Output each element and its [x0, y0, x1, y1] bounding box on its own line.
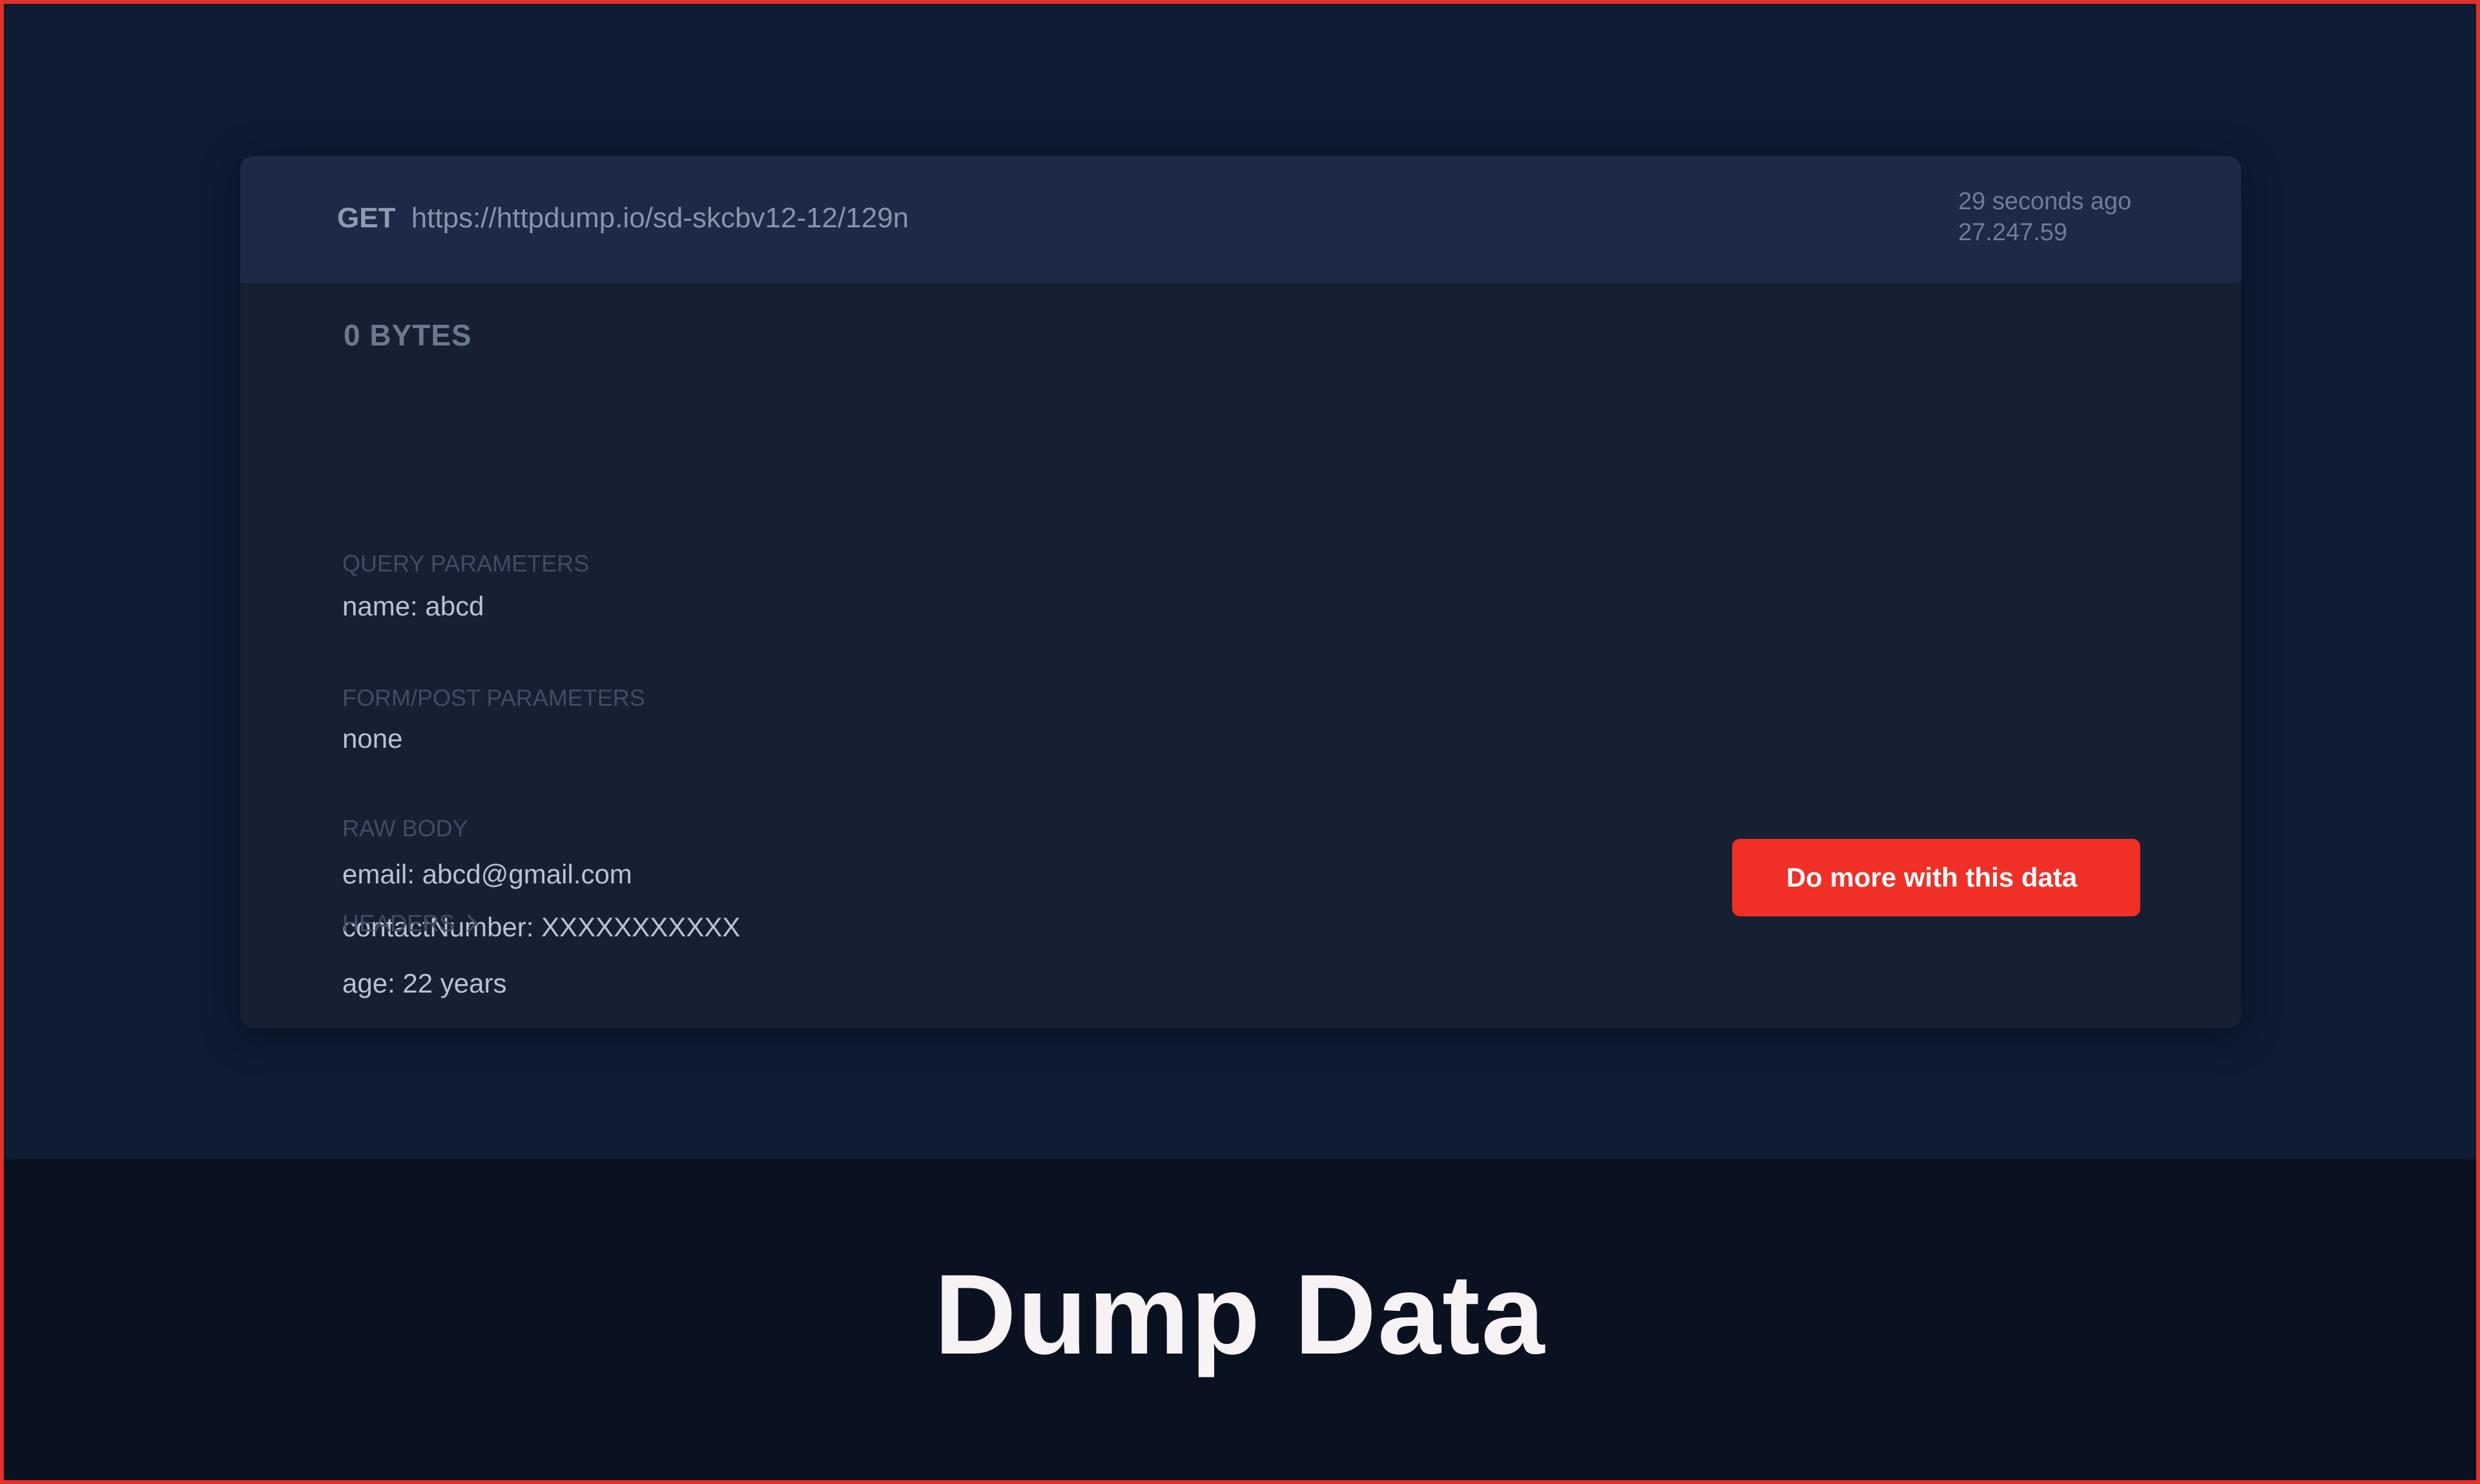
request-url[interactable]: https://httpdump.io/sd-skcbv12-12/129n [411, 202, 909, 234]
raw-body-line: age: 22 years [342, 968, 507, 998]
query-parameters-value: name: abcd [342, 591, 484, 621]
request-time-ago: 29 seconds ago [1958, 188, 2132, 215]
headers-toggle[interactable]: HEADERS [342, 910, 479, 937]
request-meta: 29 seconds ago 27.247.59 [1958, 186, 2131, 248]
form-parameters-label: FORM/POST PARAMETERS [342, 685, 645, 711]
request-card-header: GET https://httpdump.io/sd-skcbv12-12/12… [240, 156, 2241, 283]
raw-body-line: email: abcd@gmail.com [342, 859, 632, 889]
raw-body-label: RAW BODY [342, 815, 468, 841]
request-card: GET https://httpdump.io/sd-skcbv12-12/12… [240, 156, 2241, 1028]
request-line: GET https://httpdump.io/sd-skcbv12-12/12… [337, 199, 909, 238]
form-parameters-value: none [342, 723, 403, 754]
request-size: 0 BYTES [344, 318, 472, 352]
headers-label: HEADERS [342, 910, 455, 936]
chevron-right-icon [459, 914, 479, 933]
do-more-button[interactable]: Do more with this data [1732, 839, 2140, 916]
query-parameters-label: QUERY PARAMETERS [342, 550, 590, 577]
page-title: Dump Data [934, 1252, 1546, 1378]
request-ip: 27.247.59 [1958, 219, 2068, 246]
request-method: GET [337, 202, 396, 234]
